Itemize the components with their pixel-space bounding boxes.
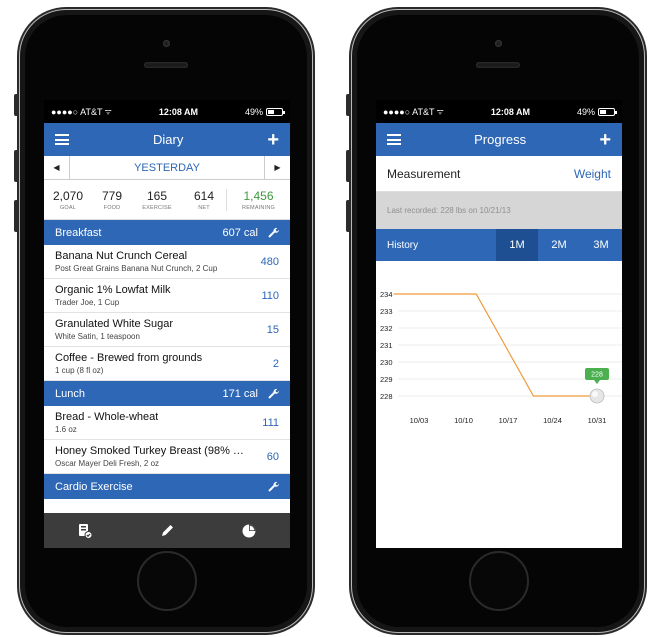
y-tick-label: 231 — [380, 341, 393, 350]
summary-net: 614 NET — [193, 188, 215, 211]
progress-screen: ●●●●○ AT&T ᯤ 12:08 AM 49% Progress + Meas… — [376, 100, 622, 548]
summary-goal: 2,070 GOAL — [52, 188, 84, 211]
hamburger-icon[interactable] — [387, 134, 401, 145]
wrench-icon[interactable] — [268, 388, 280, 400]
front-camera — [495, 40, 502, 47]
food-calories: 480 — [260, 255, 279, 268]
x-tick-label: 10/10 — [454, 416, 473, 425]
plus-icon[interactable]: + — [599, 130, 611, 150]
earpiece-speaker — [476, 62, 520, 68]
carrier-label: ●●●●○ AT&T ᯤ — [383, 106, 444, 117]
summary-remaining: 1,456 REMAINING — [226, 188, 290, 211]
section-title: Cardio Exercise — [55, 480, 133, 493]
battery-icon — [597, 107, 617, 116]
food-item[interactable]: Granulated White Sugar White Satin, 1 tea… — [44, 313, 290, 347]
weight-chart-svg: 234 233 232 231 230 229 228 10/03 10/10 10/17 10/2… — [380, 290, 622, 425]
x-tick-label: 10/31 — [588, 416, 607, 425]
phone-diary: ●●●●○ AT&T ᯤ 12:08 AM 49% Diary + ◀ YESTE… — [14, 10, 312, 632]
food-calories: 2 — [272, 357, 279, 370]
lunch-header[interactable]: Lunch 171 cal — [44, 381, 290, 406]
diary-screen: ●●●●○ AT&T ᯤ 12:08 AM 49% Diary + ◀ YESTE… — [44, 100, 290, 548]
measurement-selector[interactable]: Measurement Weight — [376, 156, 622, 192]
calorie-summary: 2,070 GOAL 779 FOOD 165 EXERCISE 614 NET… — [44, 180, 290, 220]
food-item[interactable]: Organic 1% Lowfat Milk Trader Joe, 1 Cup … — [44, 279, 290, 313]
volume-up-button — [346, 150, 351, 182]
measurement-value[interactable]: Weight — [574, 167, 611, 181]
next-day-button[interactable]: ▶ — [264, 156, 290, 179]
food-calories: 111 — [262, 416, 279, 429]
section-title: Lunch — [55, 387, 85, 400]
summary-food: 779 FOOD — [101, 188, 123, 211]
y-tick-label: 233 — [380, 307, 393, 316]
food-item[interactable]: Bread - Whole-wheat 1.6 oz 111 — [44, 406, 290, 440]
home-button[interactable] — [137, 551, 197, 611]
mute-switch — [346, 94, 351, 116]
data-point-highlight — [592, 391, 598, 397]
y-tick-label: 228 — [380, 392, 393, 401]
plus-icon[interactable]: + — [267, 130, 279, 150]
status-bar: ●●●●○ AT&T ᯤ 12:08 AM 49% — [376, 100, 622, 123]
y-tick-label: 229 — [380, 375, 393, 384]
summary-exercise: 165 EXERCISE — [142, 188, 172, 211]
wifi-icon: ᯤ — [436, 107, 444, 116]
progress-nav-bar: Progress + — [376, 123, 622, 156]
volume-down-button — [346, 200, 351, 232]
y-tick-label: 230 — [380, 358, 393, 367]
front-camera — [163, 40, 170, 47]
weight-chart: 234 233 232 231 230 229 228 10/03 10/10 10/17 10/2… — [376, 261, 622, 441]
y-tick-label: 234 — [380, 290, 393, 299]
wrench-icon[interactable] — [268, 227, 280, 239]
previous-day-button[interactable]: ◀ — [44, 156, 70, 179]
last-recorded-text: Last recorded: 228 lbs on 10/21/13 — [376, 192, 622, 229]
tab-3m[interactable]: 3M — [580, 229, 622, 261]
measurement-label: Measurement — [387, 166, 461, 181]
food-item[interactable]: Honey Smoked Turkey Breast (98% F... Osca… — [44, 440, 290, 474]
diary-icon[interactable] — [77, 523, 93, 539]
x-tick-label: 10/17 — [499, 416, 518, 425]
food-item[interactable]: Banana Nut Crunch Cereal Post Great Grain… — [44, 245, 290, 279]
x-tick-label: 10/03 — [410, 416, 429, 425]
section-title: Breakfast — [55, 226, 102, 239]
pie-chart-icon[interactable] — [241, 523, 257, 539]
section-calories: 171 cal — [222, 387, 258, 400]
wifi-icon: ᯤ — [104, 107, 112, 116]
history-label: History — [387, 239, 419, 251]
status-bar: ●●●●○ AT&T ᯤ 12:08 AM 49% — [44, 100, 290, 123]
battery-indicator: 49% — [245, 107, 285, 117]
cardio-header[interactable]: Cardio Exercise — [44, 474, 290, 499]
phone-progress: ●●●●○ AT&T ᯤ 12:08 AM 49% Progress + Meas… — [346, 10, 644, 632]
diary-nav-bar: Diary + — [44, 123, 290, 156]
date-label[interactable]: YESTERDAY — [70, 156, 264, 179]
section-calories: 607 cal — [222, 226, 258, 239]
volume-up-button — [14, 150, 19, 182]
page-title: Progress — [474, 132, 527, 147]
food-item[interactable]: Coffee - Brewed from grounds 1 cup (8 fl … — [44, 347, 290, 381]
food-calories: 15 — [266, 323, 279, 336]
x-tick-label: 10/24 — [543, 416, 562, 425]
edit-icon[interactable] — [159, 523, 175, 539]
clock: 12:08 AM — [158, 106, 198, 117]
hamburger-icon[interactable] — [55, 134, 69, 145]
mute-switch — [14, 94, 19, 116]
volume-down-button — [14, 200, 19, 232]
y-tick-label: 232 — [380, 324, 393, 333]
breakfast-header[interactable]: Breakfast 607 cal — [44, 220, 290, 245]
earpiece-speaker — [144, 62, 188, 68]
food-calories: 110 — [261, 289, 279, 302]
home-button[interactable] — [469, 551, 529, 611]
tab-2m[interactable]: 2M — [538, 229, 580, 261]
food-calories: 60 — [266, 450, 279, 463]
history-bar: History 1M 2M 3M — [376, 229, 622, 261]
page-title: Diary — [152, 132, 184, 147]
clock: 12:08 AM — [490, 106, 530, 117]
battery-icon — [265, 107, 285, 116]
bottom-tab-bar — [44, 513, 290, 548]
value-badge-label: 228 — [591, 372, 603, 379]
value-badge-pointer — [594, 380, 600, 384]
carrier-label: ●●●●○ AT&T ᯤ — [51, 106, 112, 117]
wrench-icon[interactable] — [268, 481, 280, 493]
battery-indicator: 49% — [577, 107, 617, 117]
tab-1m[interactable]: 1M — [496, 229, 538, 261]
date-selector: ◀ YESTERDAY ▶ — [44, 156, 290, 180]
